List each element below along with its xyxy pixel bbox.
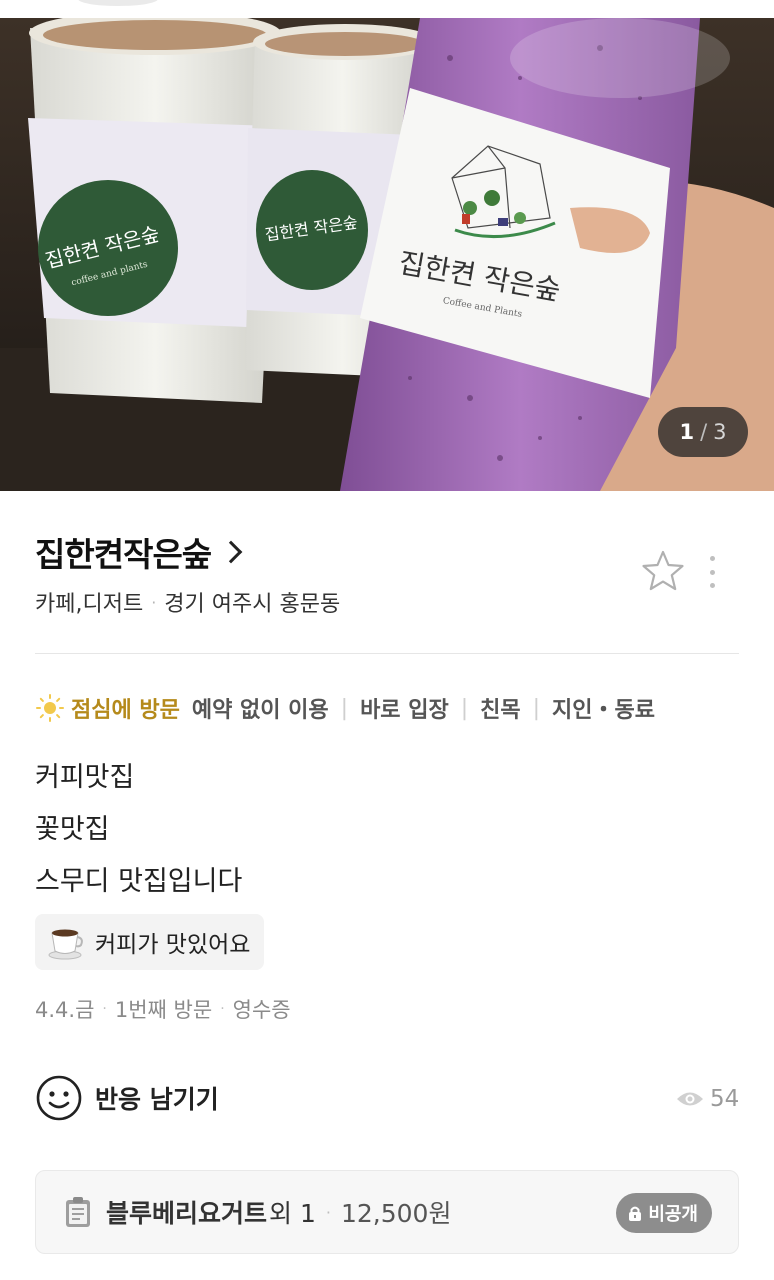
sun-icon [36, 694, 64, 722]
tag-separator: | [460, 695, 469, 721]
privacy-label: 비공개 [648, 1204, 698, 1225]
lock-icon [629, 1206, 642, 1221]
more-dot-icon [709, 569, 715, 575]
keyword-chip-label: 커피가 맛있어요 [95, 932, 251, 958]
photo-counter: 1 / 3 [658, 407, 748, 457]
tag-separator: | [340, 695, 349, 721]
view-count: 54 [676, 1086, 739, 1112]
visit-date: 4.4.금 [35, 998, 95, 1022]
order-item: 블루베리요거트 [106, 1199, 268, 1228]
keyword-chip: 커피가 맛있어요 [35, 914, 265, 970]
star-icon [642, 550, 684, 591]
tag-item: 친목 [480, 698, 521, 723]
privacy-badge: 비공개 [616, 1193, 712, 1233]
top-avatar-partial [78, 0, 158, 6]
leave-reaction-button[interactable]: 반응 남기기 [35, 1074, 219, 1122]
order-price: 12,500원 [340, 1199, 452, 1228]
leave-reaction-label: 반응 남기기 [95, 1085, 219, 1114]
place-title: 집한켠작은숲 [35, 535, 212, 574]
review-text[interactable]: 커피맛집 꽃맛집 스무디 맛집입니다 [35, 752, 242, 908]
order-extra-count: 외 1 [269, 1199, 316, 1228]
separator-dot: · [325, 1202, 331, 1222]
photo-counter-total: 3 [713, 420, 727, 444]
more-dot-icon [709, 556, 715, 561]
place-subtitle: 카페,디저트 · 경기 여주시 홍문동 [35, 586, 340, 618]
visit-proof: 영수증 [232, 998, 291, 1022]
more-options-button[interactable] [700, 552, 724, 592]
more-dot-icon [709, 583, 715, 588]
chevron-right-icon [219, 540, 243, 564]
photo-carousel[interactable]: 집한켠 작은숲 coffee and plants 집한켠 작은숲 집한켠 작은… [0, 18, 774, 491]
place-address: 경기 여주시 홍문동 [164, 592, 341, 617]
photo-counter-separator: / [700, 420, 708, 444]
view-count-value: 54 [710, 1086, 740, 1112]
place-title-link[interactable]: 집한켠작은숲 [35, 528, 243, 576]
review-line: 커피맛집 [35, 762, 135, 793]
photo-image: 집한켠 작은숲 coffee and plants 집한켠 작은숲 집한켠 작은… [0, 18, 774, 491]
visit-tags: 점심에 방문 예약 없이 이용 | 바로 입장 | 친목 | 지인・동료 [35, 692, 655, 724]
photo-counter-current: 1 [679, 420, 695, 444]
clipboard-icon [66, 1197, 90, 1227]
separator-dot: · [151, 592, 157, 612]
divider [35, 653, 739, 654]
separator-dot: · [102, 1001, 107, 1017]
review-line: 꽃맛집 [35, 814, 110, 845]
top-strip [0, 0, 774, 18]
review-meta: 4.4.금 · 1번째 방문 · 영수증 [35, 994, 291, 1024]
coffee-cup-icon [48, 929, 83, 960]
review-line: 스무디 맛집입니다 [35, 866, 243, 897]
smiley-icon [36, 1075, 82, 1121]
tag-item: 예약 없이 이용 [191, 698, 329, 723]
separator-dot: · [220, 1001, 225, 1017]
tag-item: 지인・동료 [552, 698, 655, 723]
tag-separator: | [532, 695, 541, 721]
tag-item: 바로 입장 [360, 698, 449, 723]
bookmark-star-button[interactable] [640, 548, 686, 594]
visit-time-tag: 점심에 방문 [71, 698, 180, 723]
visit-count: 1번째 방문 [114, 998, 213, 1022]
place-category: 카페,디저트 [35, 592, 144, 617]
eye-icon [677, 1092, 703, 1106]
order-summary[interactable]: 블루베리요거트 외 1 · 12,500원 비공개 [35, 1170, 739, 1254]
